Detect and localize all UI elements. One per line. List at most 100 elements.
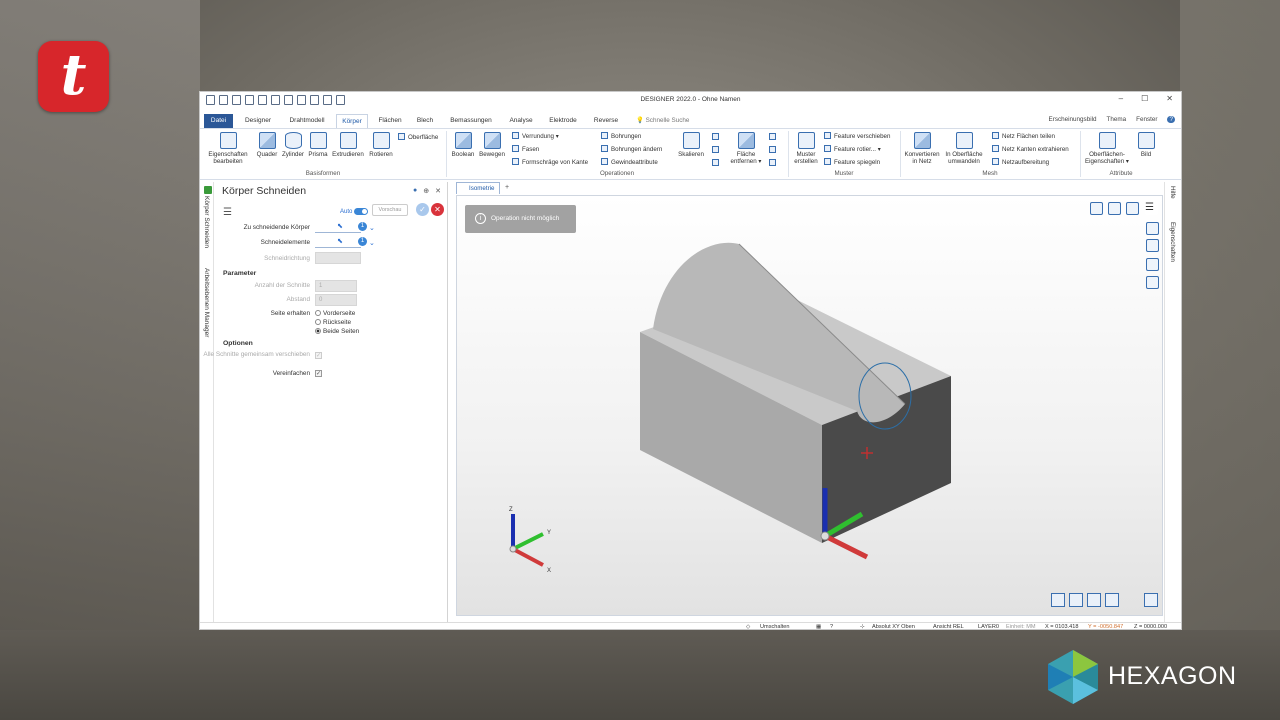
op-small-4[interactable] bbox=[769, 133, 779, 141]
maximize-button[interactable]: ☐ bbox=[1141, 94, 1148, 103]
tab-drahtmodell[interactable]: Drahtmodell bbox=[282, 114, 332, 128]
layer-icon[interactable] bbox=[1146, 222, 1159, 235]
multi-view-icon[interactable] bbox=[1105, 593, 1119, 607]
tab-reverse[interactable]: Reverse bbox=[588, 114, 624, 128]
op-small-1[interactable] bbox=[712, 133, 722, 141]
surface-properties-button[interactable]: Oberflächen-Eigenschaften ▾ bbox=[1084, 132, 1130, 165]
snap-icon[interactable]: ▦ bbox=[816, 624, 821, 630]
holes-button[interactable]: Bohrungen bbox=[601, 132, 641, 140]
op-small-2[interactable] bbox=[712, 146, 722, 154]
surface-button[interactable]: Oberfläche bbox=[398, 133, 438, 141]
op-small-3[interactable] bbox=[712, 159, 722, 167]
visibility-icon[interactable] bbox=[1146, 276, 1159, 289]
3d-viewport[interactable]: i Operation nicht möglich Z Y X ☰ bbox=[456, 195, 1163, 616]
menu-icon[interactable]: ☰ bbox=[223, 207, 232, 218]
close-panel-icon[interactable]: ✕ bbox=[435, 187, 441, 195]
edit-holes-button[interactable]: Bohrungen ändern bbox=[601, 145, 662, 153]
simplify-checkbox[interactable]: ✓ bbox=[315, 370, 322, 377]
help-small-icon[interactable]: ? bbox=[830, 624, 833, 630]
create-pattern-button[interactable]: Muster erstellen bbox=[791, 132, 821, 165]
add-view-tab-button[interactable]: + bbox=[505, 184, 509, 191]
zoom-icon[interactable] bbox=[1108, 202, 1121, 215]
move-feature-button[interactable]: Feature verschieben bbox=[824, 132, 890, 140]
tab-blech[interactable]: Blech bbox=[410, 114, 440, 128]
ok-button[interactable]: ✓ bbox=[416, 203, 429, 216]
move-button[interactable]: Bewegen bbox=[478, 132, 506, 158]
radio-front-side[interactable]: Vorderseite bbox=[315, 310, 355, 317]
info-icon[interactable]: ● bbox=[413, 187, 417, 195]
fit-view-icon[interactable] bbox=[1126, 202, 1139, 215]
radio-back-side[interactable]: Rückseite bbox=[315, 319, 351, 326]
draft-button[interactable]: Formschräge von Kante bbox=[512, 158, 588, 166]
thread-attributes-button[interactable]: Gewindeattribute bbox=[601, 158, 658, 166]
fillet-button[interactable]: Verrundung ▾ bbox=[512, 132, 559, 140]
auto-toggle[interactable] bbox=[354, 208, 368, 215]
close-button[interactable]: ✕ bbox=[1166, 94, 1173, 103]
to-surface-button[interactable]: In Oberfläche umwandeln bbox=[943, 132, 985, 165]
quick-search[interactable]: 💡 Schnelle Suche bbox=[636, 116, 689, 124]
tab-isometry[interactable]: Isometrie bbox=[456, 182, 500, 194]
expand-icon[interactable] bbox=[1144, 593, 1158, 607]
help-tab[interactable]: Hilfe bbox=[1169, 186, 1176, 199]
cancel-button[interactable]: ✕ bbox=[431, 203, 444, 216]
appearance-menu[interactable]: Erscheinungsbild bbox=[1049, 116, 1097, 123]
revolve-button[interactable]: Rotieren bbox=[367, 132, 395, 158]
view-cube-icon[interactable] bbox=[1090, 202, 1103, 215]
eye-icon[interactable] bbox=[1146, 258, 1159, 271]
abs-mode[interactable]: Absolut XY Oben bbox=[872, 624, 915, 630]
radio-both-sides[interactable]: Beide Seiten bbox=[315, 328, 359, 335]
hamburger-icon[interactable]: ☰ bbox=[1145, 202, 1158, 215]
split-mesh-faces-button[interactable]: Netz Flächen teilen bbox=[992, 132, 1055, 140]
box-button[interactable]: Quader bbox=[255, 132, 279, 158]
extrude-button[interactable]: Extrudieren bbox=[330, 132, 366, 158]
view-mode[interactable]: Ansicht REL bbox=[933, 624, 964, 630]
tab-flaechen[interactable]: Flächen bbox=[373, 114, 407, 128]
toggle-status[interactable]: Umschalten bbox=[760, 624, 790, 630]
model-3d[interactable]: Z Y X bbox=[457, 196, 1164, 617]
scale-button[interactable]: Skalieren bbox=[676, 132, 706, 158]
remove-face-button[interactable]: Fläche entfernen ▾ bbox=[726, 132, 766, 165]
fillet-label: Verrundung bbox=[522, 133, 554, 140]
shaded-view-icon[interactable] bbox=[1051, 593, 1065, 607]
properties-tab[interactable]: Eigenschaften bbox=[1169, 222, 1176, 262]
tab-bemassungen[interactable]: Bemassungen bbox=[445, 114, 497, 128]
window-menu[interactable]: Fenster bbox=[1136, 116, 1157, 123]
cut-elements-selector[interactable]: ⬉ bbox=[315, 237, 361, 248]
tab-datei[interactable]: Datei bbox=[204, 114, 233, 128]
op-small-6[interactable] bbox=[769, 159, 779, 167]
cylinder-button[interactable]: Zylinder bbox=[280, 132, 306, 158]
pin-icon[interactable]: ⊕ bbox=[423, 187, 429, 195]
extract-mesh-edges-button[interactable]: Netz Kanten extrahieren bbox=[992, 145, 1069, 153]
edit-properties-button[interactable]: Eigenschaften bearbeiten bbox=[204, 132, 252, 165]
scale-icon bbox=[682, 132, 700, 149]
image-button[interactable]: Bild bbox=[1134, 132, 1158, 158]
op-small-5[interactable] bbox=[769, 146, 779, 154]
tab-koerper[interactable]: Körper bbox=[336, 114, 368, 128]
tab-designer[interactable]: Designer bbox=[238, 114, 278, 128]
chevron-down-icon[interactable]: ⌄ bbox=[369, 239, 375, 247]
boolean-button[interactable]: Boolean bbox=[450, 132, 476, 158]
rotate-feature-button[interactable]: Feature rotier... ▾ bbox=[824, 145, 881, 153]
mesh-repair-button[interactable]: Netzaufbereitung bbox=[992, 158, 1049, 166]
grid-icon[interactable] bbox=[1146, 239, 1159, 252]
tab-elektrode[interactable]: Elektrode bbox=[543, 114, 583, 128]
preview-button[interactable]: Vorschau bbox=[372, 204, 408, 216]
prism-button[interactable]: Prisma bbox=[307, 132, 329, 158]
right-rail: Hilfe Eigenschaften bbox=[1164, 182, 1181, 623]
mirror-feature-button[interactable]: Feature spiegeln bbox=[824, 158, 880, 166]
properties-icon bbox=[219, 132, 237, 149]
theme-menu[interactable]: Thema bbox=[1107, 116, 1127, 123]
layer-status[interactable]: LAYER0 bbox=[978, 624, 999, 630]
bodies-selector[interactable]: ⬉ bbox=[315, 222, 361, 233]
chevron-down-icon[interactable]: ⌄ bbox=[369, 224, 375, 232]
minimize-button[interactable]: – bbox=[1119, 94, 1123, 103]
iso-view-icon[interactable] bbox=[1069, 593, 1083, 607]
help-icon[interactable]: ? bbox=[1167, 116, 1175, 123]
chamfer-button[interactable]: Fasen bbox=[512, 145, 539, 153]
tab-analyse[interactable]: Analyse bbox=[503, 114, 539, 128]
wire-view-icon[interactable] bbox=[1087, 593, 1101, 607]
coordinate-icon[interactable]: ⊹ bbox=[860, 624, 865, 630]
box-label: Quader bbox=[256, 151, 278, 158]
extrude-label: Extrudieren bbox=[332, 151, 364, 158]
convert-to-mesh-button[interactable]: Konvertieren in Netz bbox=[902, 132, 942, 165]
